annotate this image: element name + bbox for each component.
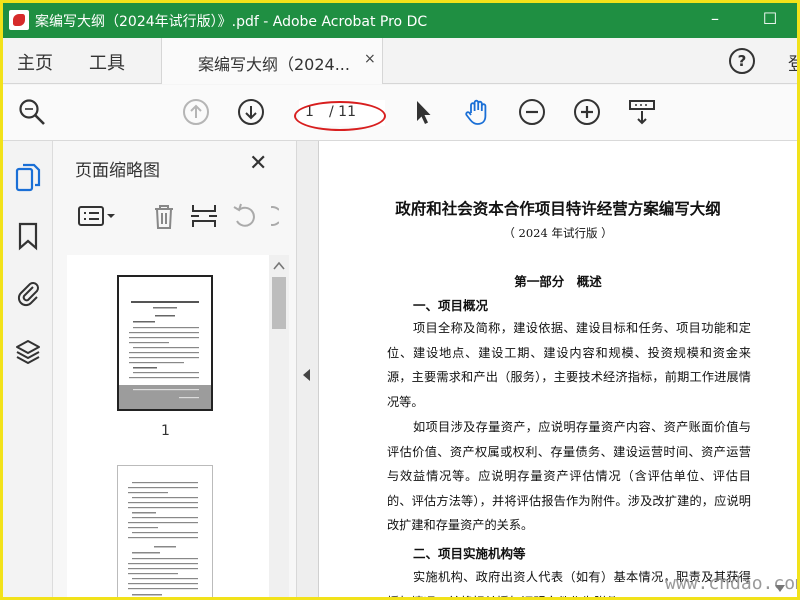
thumbnail-scrollbar[interactable] bbox=[269, 255, 289, 597]
scrollbar-thumb[interactable] bbox=[272, 277, 286, 329]
document-title: 政府和社会资本合作项目特许经营方案编写大纲 bbox=[395, 199, 721, 218]
tab-bar: 主页 工具 案编写大纲（2024... × ? 登 bbox=[3, 38, 797, 84]
thumbnail-page-1-number: 1 bbox=[161, 423, 170, 439]
bookmarks-icon[interactable] bbox=[15, 221, 41, 251]
document-subtitle: （ 2024 年试行版 ） bbox=[503, 226, 613, 240]
previous-page-icon[interactable] bbox=[181, 97, 211, 127]
select-arrow-icon[interactable] bbox=[407, 97, 437, 127]
close-panel-icon[interactable]: ✕ bbox=[249, 151, 267, 176]
delete-page-icon[interactable] bbox=[149, 201, 179, 231]
highlight-circle-annotation bbox=[294, 101, 386, 131]
tab-home[interactable]: 主页 bbox=[17, 49, 53, 75]
thumbnail-page-2[interactable] bbox=[117, 465, 213, 597]
thumbnail-page-1[interactable] bbox=[117, 275, 213, 411]
title-bar: 案编写大纲（2024年试行版）》.pdf - Adobe Acrobat Pro… bbox=[3, 3, 797, 38]
attachments-icon[interactable] bbox=[15, 277, 41, 307]
maximize-button[interactable]: ☐ bbox=[755, 8, 785, 30]
panel-title: 页面缩略图 bbox=[75, 161, 160, 181]
page-thumbnails-panel: 页面缩略图 ✕ 1 bbox=[53, 141, 297, 597]
collapse-panel-strip[interactable] bbox=[297, 141, 319, 597]
extract-page-icon[interactable] bbox=[189, 201, 219, 231]
next-page-icon[interactable] bbox=[236, 97, 266, 127]
zoom-out-icon[interactable] bbox=[517, 97, 547, 127]
scroll-mode-icon[interactable] bbox=[627, 97, 657, 127]
thumbnail-list[interactable]: 1 bbox=[67, 255, 281, 597]
paragraph-2: 如项目涉及存量资产，应说明存量资产内容、资产账面价值与评估价值、资产权属或权利、… bbox=[387, 420, 751, 533]
minimize-button[interactable]: – bbox=[700, 8, 730, 30]
acrobat-app-icon bbox=[9, 10, 29, 30]
page-thumbnails-icon[interactable] bbox=[15, 163, 41, 193]
hand-tool-icon[interactable] bbox=[462, 97, 492, 127]
scroll-down-icon[interactable] bbox=[775, 585, 785, 592]
acrobat-window: 案编写大纲（2024年试行版）》.pdf - Adobe Acrobat Pro… bbox=[0, 0, 800, 600]
thumbnail-options-icon[interactable] bbox=[77, 201, 115, 231]
document-tab-label: 案编写大纲（2024... bbox=[198, 55, 350, 74]
toolbar: 1 / 11 bbox=[3, 85, 797, 141]
section-heading-2: 二、项目实施机构等 bbox=[413, 546, 526, 561]
sign-in-link[interactable]: 登 bbox=[788, 50, 797, 76]
zoom-in-icon[interactable] bbox=[572, 97, 602, 127]
paragraph-1: 项目全称及简称，建设依据、建设目标和任务、项目功能和定位、建设地点、建设工期、建… bbox=[387, 321, 751, 409]
more-tools-icon[interactable] bbox=[271, 201, 279, 231]
close-tab-icon[interactable]: × bbox=[364, 51, 376, 67]
zoom-search-icon[interactable] bbox=[17, 97, 47, 127]
part-heading: 第一部分 概述 bbox=[514, 274, 602, 289]
help-icon[interactable]: ? bbox=[729, 48, 755, 74]
collapse-left-icon[interactable] bbox=[303, 369, 310, 381]
tab-tools[interactable]: 工具 bbox=[89, 49, 125, 75]
rotate-page-icon[interactable] bbox=[231, 201, 261, 231]
window-title: 案编写大纲（2024年试行版）》.pdf - Adobe Acrobat Pro… bbox=[35, 14, 428, 30]
tab-document[interactable]: 案编写大纲（2024... × bbox=[161, 38, 383, 84]
document-page: 政府和社会资本合作项目特许经营方案编写大纲 （ 2024 年试行版 ） 第一部分… bbox=[319, 141, 797, 597]
left-navigation-rail bbox=[3, 141, 53, 597]
scroll-up-icon[interactable] bbox=[269, 259, 289, 273]
section-heading-1: 一、项目概况 bbox=[413, 298, 489, 313]
layers-icon[interactable] bbox=[15, 337, 41, 367]
